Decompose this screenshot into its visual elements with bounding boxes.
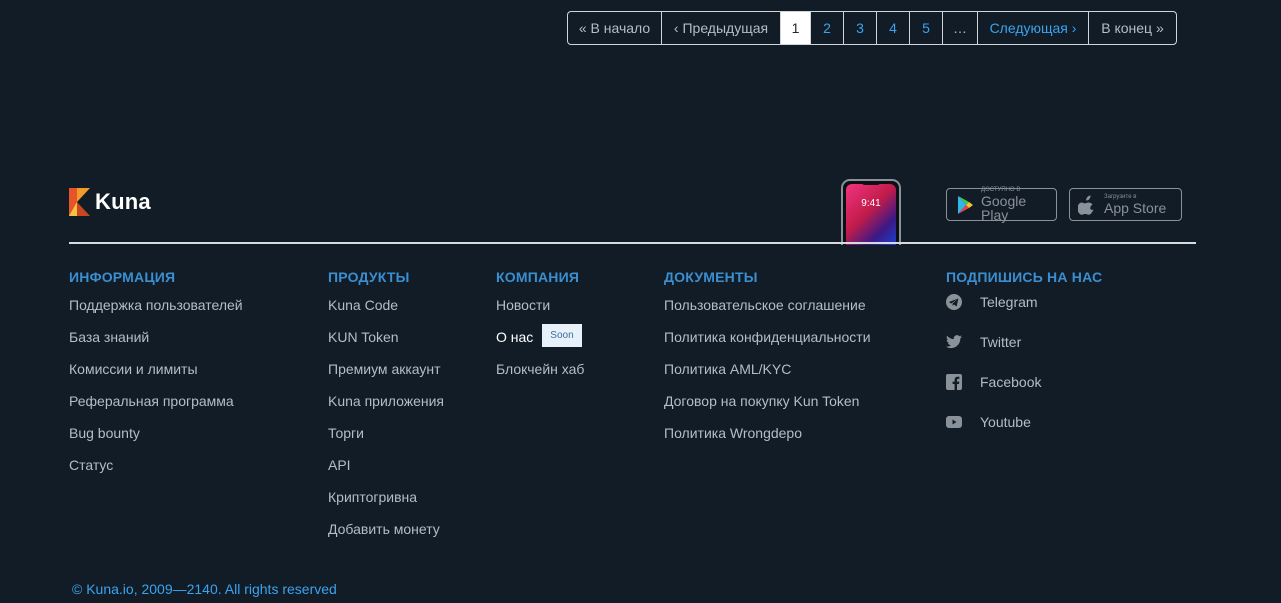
google-play-button[interactable]: ДОСТУПНО В Google Play bbox=[946, 187, 1057, 223]
footer-link-kun-token-agreement[interactable]: Договор на покупку Kun Token bbox=[664, 393, 871, 425]
copyright-text: © Kuna.io, 2009—2140. All rights reserve… bbox=[72, 581, 337, 597]
pagination-page-1[interactable]: 1 bbox=[781, 12, 811, 44]
footer-link-referral[interactable]: Реферальная программа bbox=[69, 393, 243, 425]
footer-link-about[interactable]: О нас Soon bbox=[496, 324, 584, 361]
footer-link-support[interactable]: Поддержка пользователей bbox=[69, 297, 243, 329]
footer-link-premium[interactable]: Премиум аккаунт bbox=[328, 361, 444, 393]
app-store-label: App Store bbox=[1104, 200, 1167, 216]
footer-link-aml-kyc[interactable]: Политика AML/KYC bbox=[664, 361, 871, 393]
footer-link-blockchain-hub[interactable]: Блокчейн хаб bbox=[496, 361, 584, 393]
footer-link-api[interactable]: API bbox=[328, 457, 444, 489]
phone-time: 9:41 bbox=[861, 198, 881, 209]
footer-divider bbox=[69, 242, 1196, 244]
facebook-icon bbox=[946, 374, 962, 390]
social-link-youtube[interactable]: Youtube bbox=[946, 414, 1102, 454]
pagination-prev-button[interactable]: ‹ Предыдущая bbox=[662, 12, 781, 44]
logo-text: Kuna bbox=[95, 189, 151, 214]
footer-heading-company: КОМПАНИЯ bbox=[496, 269, 580, 285]
pagination-page-2[interactable]: 2 bbox=[811, 12, 844, 44]
footer-column-social: ПОДПИШИСЬ НА НАС Telegram Twitter Facebo… bbox=[946, 269, 1102, 454]
social-link-facebook[interactable]: Facebook bbox=[946, 374, 1102, 414]
footer-link-kun-token[interactable]: KUN Token bbox=[328, 329, 444, 361]
phone-screen: 9:41 bbox=[846, 184, 896, 245]
social-label-twitter: Twitter bbox=[980, 334, 1022, 350]
app-store-button[interactable]: Загрузите в App Store bbox=[1069, 188, 1182, 221]
footer-link-fees-limits[interactable]: Комиссии и лимиты bbox=[69, 361, 243, 393]
youtube-icon bbox=[946, 414, 962, 430]
footer-link-privacy-policy[interactable]: Политика конфиденциальности bbox=[664, 329, 871, 361]
apple-icon bbox=[1078, 195, 1098, 215]
telegram-icon bbox=[946, 294, 962, 310]
pagination-page-3[interactable]: 3 bbox=[844, 12, 877, 44]
social-link-twitter[interactable]: Twitter bbox=[946, 334, 1102, 374]
footer-column-company: КОМПАНИЯ Новости О нас Soon Блокчейн хаб bbox=[496, 269, 584, 393]
footer-link-trading[interactable]: Торги bbox=[328, 425, 444, 457]
pagination-ellipsis: … bbox=[943, 12, 978, 44]
pagination-page-5[interactable]: 5 bbox=[910, 12, 943, 44]
pagination-next-button[interactable]: Следующая › bbox=[978, 12, 1089, 44]
footer-link-bug-bounty[interactable]: Bug bounty bbox=[69, 425, 243, 457]
footer-link-wrongdepo[interactable]: Политика Wrongdepo bbox=[664, 425, 871, 457]
social-label-telegram: Telegram bbox=[980, 294, 1038, 310]
footer-column-products: ПРОДУКТЫ Kuna Code KUN Token Премиум акк… bbox=[328, 269, 444, 553]
footer-heading-info: ИНФОРМАЦИЯ bbox=[69, 269, 176, 285]
social-label-facebook: Facebook bbox=[980, 374, 1042, 390]
pagination-first-button[interactable]: « В начало bbox=[568, 12, 662, 44]
phone-notch bbox=[861, 181, 881, 185]
phone-image: 9:41 bbox=[841, 179, 901, 245]
kuna-logo-icon bbox=[69, 188, 90, 216]
pagination-page-4[interactable]: 4 bbox=[877, 12, 910, 44]
footer-link-kuna-apps[interactable]: Kuna приложения bbox=[328, 393, 444, 425]
pagination: « В начало ‹ Предыдущая 1 2 3 4 5 … След… bbox=[567, 11, 1177, 45]
page: « В начало ‹ Предыдущая 1 2 3 4 5 … След… bbox=[0, 0, 1281, 603]
footer-link-knowledge-base[interactable]: База знаний bbox=[69, 329, 243, 361]
footer-link-user-agreement[interactable]: Пользовательское соглашение bbox=[664, 297, 871, 329]
footer-heading-social: ПОДПИШИСЬ НА НАС bbox=[946, 269, 1103, 285]
kuna-logo[interactable]: Kuna bbox=[69, 188, 151, 216]
footer-heading-products: ПРОДУКТЫ bbox=[328, 269, 410, 285]
soon-badge: Soon bbox=[542, 324, 582, 347]
twitter-icon bbox=[946, 334, 962, 350]
google-play-icon bbox=[955, 195, 975, 215]
footer-column-docs: ДОКУМЕНТЫ Пользовательское соглашение По… bbox=[664, 269, 871, 457]
footer-link-kuna-code[interactable]: Kuna Code bbox=[328, 297, 444, 329]
footer-heading-docs: ДОКУМЕНТЫ bbox=[664, 269, 758, 285]
footer-link-cryptohryvnia[interactable]: Криптогривна bbox=[328, 489, 444, 521]
footer-link-about-label: О нас bbox=[496, 329, 534, 345]
google-play-label: Google Play bbox=[981, 193, 1027, 223]
pagination-last-button[interactable]: В конец » bbox=[1089, 12, 1176, 44]
social-link-telegram[interactable]: Telegram bbox=[946, 294, 1102, 334]
social-label-youtube: Youtube bbox=[980, 414, 1031, 430]
footer-column-info: ИНФОРМАЦИЯ Поддержка пользователей База … bbox=[69, 269, 243, 489]
footer-link-status[interactable]: Статус bbox=[69, 457, 243, 489]
footer-link-add-coin[interactable]: Добавить монету bbox=[328, 521, 444, 553]
